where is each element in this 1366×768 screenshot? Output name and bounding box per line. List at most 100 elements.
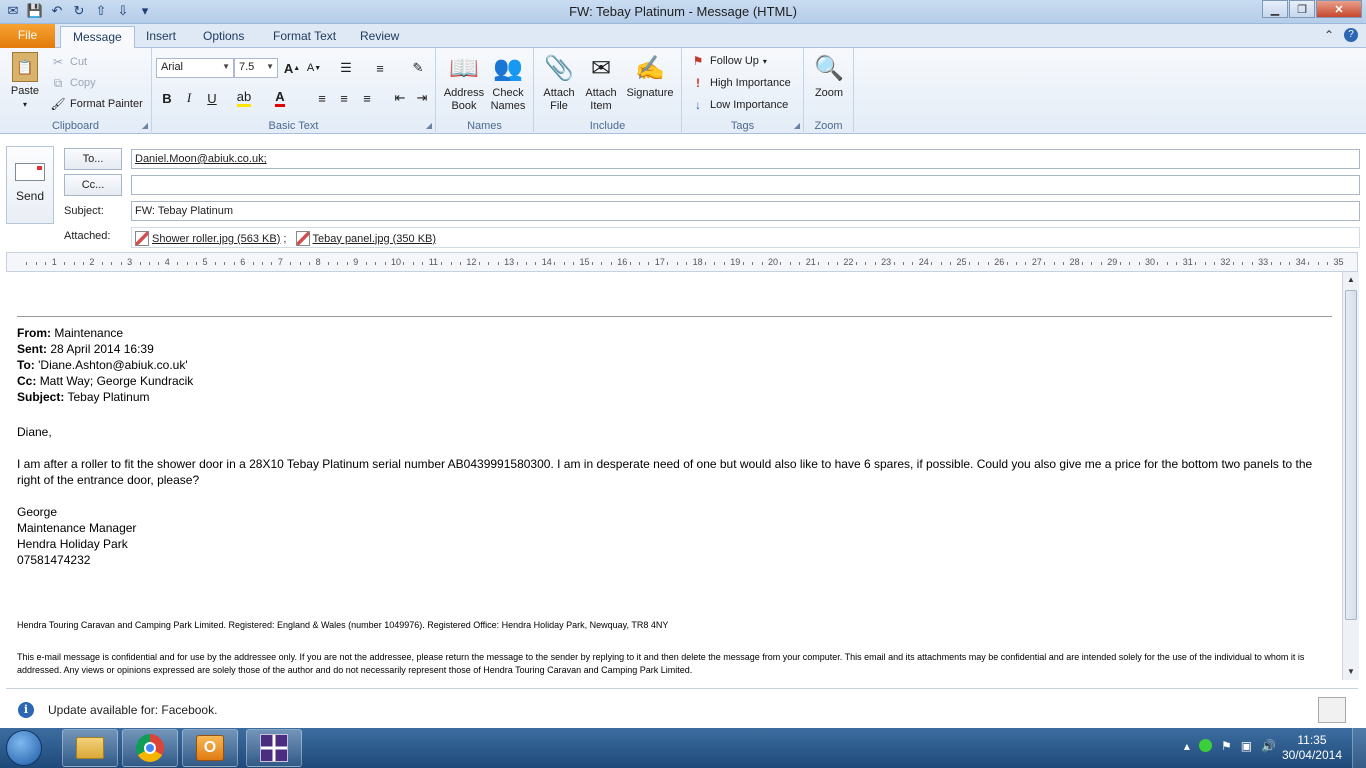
chrome-taskbar-button[interactable]	[122, 729, 178, 767]
paste-button[interactable]: 📋 Paste ▾	[6, 52, 44, 111]
scroll-thumb[interactable]	[1345, 290, 1357, 620]
tab-message[interactable]: Message	[60, 26, 135, 48]
font-size-combo[interactable]: 7.5 ▼	[234, 58, 278, 78]
basic-text-label: Basic Text	[268, 120, 319, 132]
attach-file-button[interactable]: 📎 Attach File	[538, 52, 580, 113]
numbering-button[interactable]: ≡	[370, 58, 390, 78]
update-notice[interactable]: Update available for: Facebook.	[48, 703, 217, 717]
zoom-button[interactable]: 🔍 Zoom	[808, 52, 850, 100]
bold-button[interactable]: B	[157, 88, 177, 108]
collapse-ribbon-icon[interactable]: ⌃	[1324, 28, 1334, 42]
decrease-indent-button[interactable]: ⇤	[390, 88, 410, 108]
signature-button[interactable]: ✍ Signature	[622, 52, 678, 100]
align-left-button[interactable]: ≡	[312, 88, 332, 108]
check-names-button[interactable]: 👥 Check Names	[486, 52, 530, 113]
ruler-number: 1	[51, 257, 57, 267]
send-button[interactable]: Send	[6, 146, 54, 224]
ruler-tick	[101, 262, 103, 265]
ruler-tick	[233, 262, 235, 265]
ruler-number: 22	[843, 257, 854, 267]
ruler-tick	[705, 262, 707, 265]
clear-formatting-button[interactable]: ✎	[408, 58, 428, 78]
tags-launcher-icon[interactable]: ◢	[794, 121, 800, 130]
grow-font-button[interactable]: A ▲	[282, 58, 302, 78]
help-icon[interactable]: ?	[1344, 28, 1358, 42]
tab-file[interactable]: File	[0, 24, 55, 48]
align-right-button[interactable]: ≡	[357, 88, 377, 108]
ruler-tick	[931, 262, 933, 265]
ruler-tick	[940, 262, 942, 265]
scroll-up-icon[interactable]: ▲	[1343, 272, 1359, 288]
cc-button[interactable]: Cc...	[64, 174, 122, 196]
highlight-button[interactable]: ab	[234, 88, 254, 108]
ruler-tick	[252, 262, 254, 265]
tab-review[interactable]: Review	[348, 26, 411, 48]
clipboard-launcher-icon[interactable]: ◢	[142, 121, 148, 130]
high-importance-button[interactable]: ! High Importance	[690, 73, 791, 93]
explorer-taskbar-button[interactable]	[62, 729, 118, 767]
divider-line	[17, 316, 1332, 317]
action-center-flag-icon[interactable]: ⚑	[1221, 739, 1232, 753]
ruler-tick	[563, 262, 565, 265]
company-footer: Hendra Touring Caravan and Camping Park …	[17, 620, 669, 630]
avatar[interactable]	[1318, 697, 1346, 723]
ruler-tick	[648, 262, 650, 265]
ruler-tick	[789, 262, 791, 265]
message-paragraph: I am after a roller to fit the shower do…	[17, 457, 1313, 487]
underline-button[interactable]: U	[202, 88, 222, 108]
volume-icon[interactable]: 🔊	[1261, 739, 1276, 753]
to-button[interactable]: To...	[64, 148, 122, 170]
subject-field[interactable]: FW: Tebay Platinum	[131, 201, 1360, 221]
ruler-tick	[337, 262, 339, 265]
ruler-tick	[1025, 262, 1027, 265]
ruler[interactable]: 1 2 3 4 5 6 7 8 9 10 11 12 13 14 15 16 17 18 19 20 21 22 23 24 2…	[6, 252, 1358, 272]
attach-item-button[interactable]: ✉ Attach Item	[580, 52, 622, 113]
ruler-number: 14	[541, 257, 552, 267]
format-painter-button[interactable]: 🖌 Format Painter	[50, 94, 142, 114]
address-book-icon: 📖	[449, 54, 479, 82]
cut-button[interactable]: ✂ Cut	[50, 52, 87, 72]
italic-button[interactable]: I	[179, 88, 199, 108]
dropdown-arrow-icon: ▼	[266, 62, 274, 71]
cc-field[interactable]	[131, 175, 1360, 195]
image-file-icon	[135, 231, 149, 246]
ruler-number: 16	[617, 257, 628, 267]
low-importance-button[interactable]: ↓ Low Importance	[690, 95, 788, 115]
start-button[interactable]	[6, 730, 42, 766]
address-book-button[interactable]: 📖 Address Book	[442, 52, 486, 113]
status-green-icon[interactable]	[1198, 739, 1212, 752]
attachment-item[interactable]: Tebay panel.jpg (350 KB)	[295, 231, 436, 246]
shrink-font-button[interactable]: A ▼	[304, 58, 324, 78]
increase-indent-button[interactable]: ⇥	[412, 88, 432, 108]
message-body[interactable]: From: Maintenance Sent: 28 April 2014 16…	[6, 272, 1342, 680]
down-arrow-icon: ↓	[695, 98, 701, 112]
ruler-number: 18	[692, 257, 703, 267]
basic-text-launcher-icon[interactable]: ◢	[426, 121, 432, 130]
bullets-button[interactable]: ☰	[336, 58, 356, 78]
minimize-button[interactable]: ▁	[1262, 0, 1288, 18]
ruler-number: 7	[277, 257, 283, 267]
attachment-item[interactable]: Shower roller.jpg (563 KB);	[135, 231, 286, 246]
tab-insert[interactable]: Insert	[134, 26, 188, 48]
align-center-button[interactable]: ≡	[334, 88, 354, 108]
high-importance-label: High Importance	[710, 77, 791, 89]
system-clock[interactable]: 11:35 30/04/2014	[1282, 733, 1342, 763]
ruler-tick	[912, 262, 914, 265]
copy-button[interactable]: ⧉ Copy	[50, 73, 96, 93]
ruler-tick	[177, 262, 179, 265]
scroll-down-icon[interactable]: ▼	[1343, 664, 1359, 680]
tab-format-text[interactable]: Format Text	[261, 26, 348, 48]
tab-options[interactable]: Options	[191, 26, 256, 48]
close-button[interactable]: ✕	[1316, 0, 1362, 18]
font-color-button[interactable]: A	[270, 88, 290, 108]
show-desktop-button[interactable]	[1352, 728, 1366, 768]
show-hidden-icons-icon[interactable]: ▴	[1184, 739, 1190, 753]
network-icon[interactable]: ▣	[1241, 739, 1252, 753]
follow-up-button[interactable]: ⚑ Follow Up ▾	[690, 51, 767, 71]
outlook-taskbar-button[interactable]: O	[182, 729, 238, 767]
app-taskbar-button[interactable]	[246, 729, 302, 767]
vertical-scrollbar[interactable]: ▲ ▼	[1342, 272, 1359, 680]
to-field[interactable]: Daniel.Moon@abiuk.co.uk;	[131, 149, 1360, 169]
font-name-combo[interactable]: Arial ▼	[156, 58, 234, 78]
restore-button[interactable]: ❐	[1289, 0, 1315, 18]
